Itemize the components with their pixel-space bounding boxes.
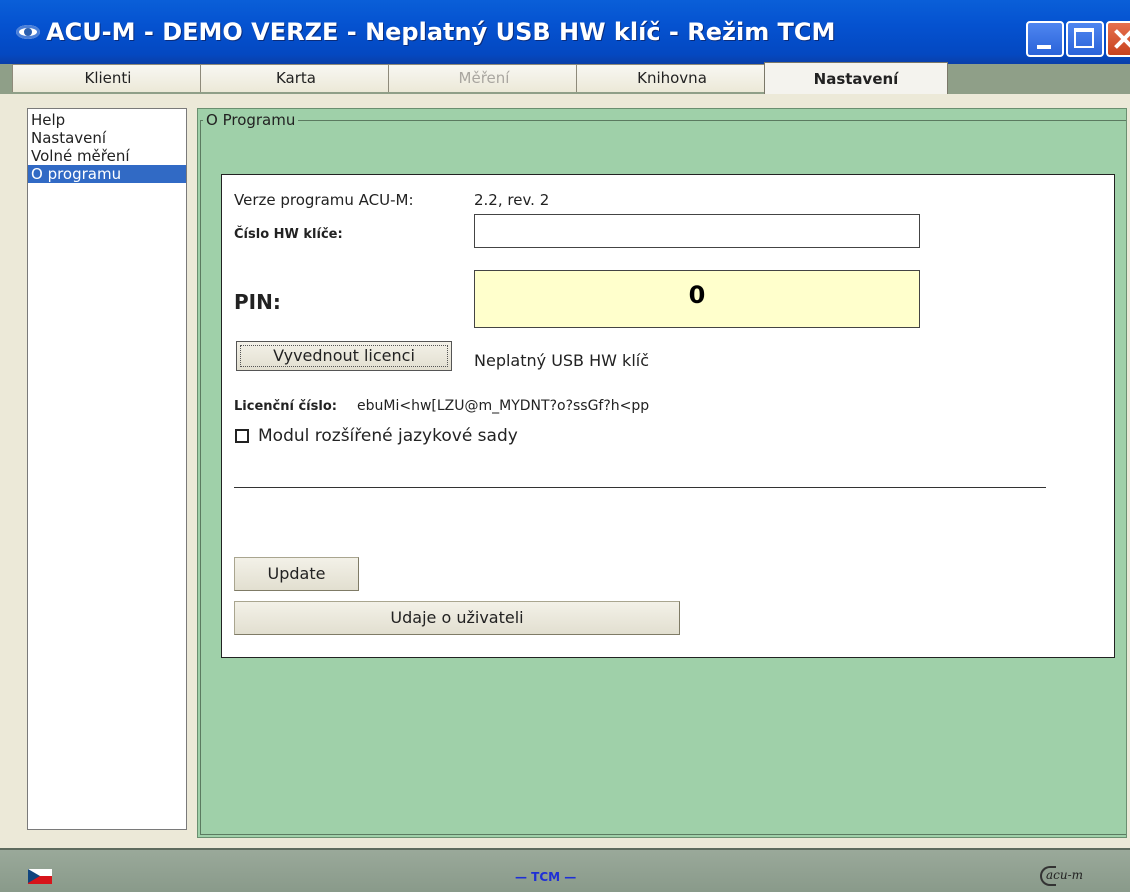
maximize-button[interactable]	[1066, 21, 1104, 57]
hw-key-label: Číslo HW klíče:	[234, 227, 343, 242]
tab-strip: Klienti Karta Měření Knihovna Nastavení	[0, 62, 1130, 94]
status-bar: — TCM — acu-m	[0, 848, 1130, 892]
mode-indicator: — TCM —	[515, 870, 577, 884]
sidebar-item-help[interactable]: Help	[28, 111, 186, 129]
user-info-button[interactable]: Udaje o uživateli	[234, 601, 680, 635]
minimize-button[interactable]	[1026, 21, 1064, 57]
czech-flag-icon[interactable]	[28, 869, 52, 884]
section-divider	[234, 487, 1046, 488]
window-title: ACU-M - DEMO VERZE - Neplatný USB HW klí…	[46, 18, 836, 46]
app-icon[interactable]	[16, 25, 40, 39]
acu-m-logo: acu-m	[1039, 866, 1084, 886]
version-label: Verze programu ACU-M:	[234, 191, 414, 209]
about-group-title: O Programu	[203, 111, 299, 129]
close-button[interactable]	[1106, 21, 1130, 57]
tab-karta[interactable]: Karta	[200, 64, 392, 92]
tab-mereni: Měření	[388, 64, 580, 92]
license-status-text: Neplatný USB HW klíč	[474, 351, 650, 370]
update-button[interactable]: Update	[234, 557, 359, 591]
tab-knihovna[interactable]: Knihovna	[576, 64, 768, 92]
sidebar-item-o-programu[interactable]: O programu	[28, 165, 186, 183]
license-number-value: ebuMi<hw[LZU@m_MYDNT?o?ssGf?h<pp	[357, 398, 650, 414]
license-export-button[interactable]: Vyvednout licenci	[236, 341, 452, 371]
language-module-label[interactable]: Modul rozšířené jazykové sady	[258, 426, 518, 446]
pin-label: PIN:	[234, 290, 281, 314]
tab-klienti[interactable]: Klienti	[12, 64, 204, 92]
pin-field: 0	[474, 270, 920, 328]
title-bar: ACU-M - DEMO VERZE - Neplatný USB HW klí…	[0, 0, 1130, 64]
version-value: 2.2, rev. 2	[474, 191, 550, 209]
language-module-checkbox[interactable]	[235, 429, 249, 443]
sidebar-item-nastaveni[interactable]: Nastavení	[28, 129, 186, 147]
tab-nastaveni[interactable]: Nastavení	[764, 62, 948, 94]
license-number-label: Licenční číslo:	[234, 399, 337, 414]
sidebar-item-volne-mereni[interactable]: Volné měření	[28, 147, 186, 165]
hw-key-field[interactable]	[474, 214, 920, 248]
about-panel: Verze programu ACU-M: 2.2, rev. 2 Číslo …	[221, 174, 1115, 658]
settings-sidebar-list[interactable]: Help Nastavení Volné měření O programu	[27, 108, 187, 830]
